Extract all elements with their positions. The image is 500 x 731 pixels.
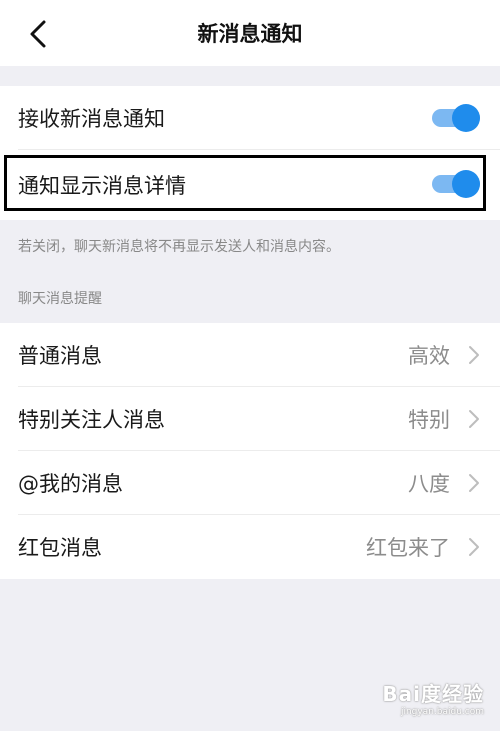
receive-notifications-label: 接收新消息通知 bbox=[18, 107, 165, 131]
item-label: 红包消息 bbox=[18, 536, 102, 560]
item-value: 特别 bbox=[408, 408, 450, 432]
list-item-mention[interactable]: @我的消息 八度 bbox=[0, 451, 500, 515]
watermark: Bai度经验 jingyan.baidu.com bbox=[382, 678, 484, 717]
page-title: 新消息通知 bbox=[197, 22, 303, 46]
item-label: 特别关注人消息 bbox=[18, 408, 165, 432]
toggle-knob bbox=[452, 104, 480, 132]
highlight-box bbox=[4, 155, 486, 211]
item-value: 八度 bbox=[408, 472, 450, 496]
section-title: 聊天消息提醒 bbox=[18, 291, 102, 307]
item-value: 红包来了 bbox=[366, 536, 450, 560]
message-reminder-group: 普通消息 高效 特别关注人消息 特别 @我的消息 八度 红包消息 红包来了 bbox=[0, 323, 500, 579]
receive-notifications-toggle[interactable] bbox=[428, 104, 480, 132]
item-label: @我的消息 bbox=[18, 472, 123, 496]
list-item-normal[interactable]: 普通消息 高效 bbox=[0, 323, 500, 387]
chevron-right-icon bbox=[469, 538, 479, 556]
list-item-special[interactable]: 特别关注人消息 特别 bbox=[0, 387, 500, 451]
watermark-url: jingyan.baidu.com bbox=[400, 707, 484, 717]
chevron-right-icon bbox=[469, 474, 479, 492]
details-hint: 若关闭，聊天新消息将不再显示发送人和消息内容。 bbox=[18, 239, 340, 255]
chevron-right-icon bbox=[469, 346, 479, 364]
item-label: 普通消息 bbox=[18, 344, 102, 368]
chevron-right-icon bbox=[469, 410, 479, 428]
item-value: 高效 bbox=[408, 344, 450, 368]
watermark-brand: Bai度经验 bbox=[382, 682, 484, 706]
receive-notifications-row[interactable]: 接收新消息通知 bbox=[0, 86, 500, 150]
list-item-red-packet[interactable]: 红包消息 红包来了 bbox=[0, 515, 500, 579]
nav-bar: 新消息通知 bbox=[0, 0, 500, 66]
